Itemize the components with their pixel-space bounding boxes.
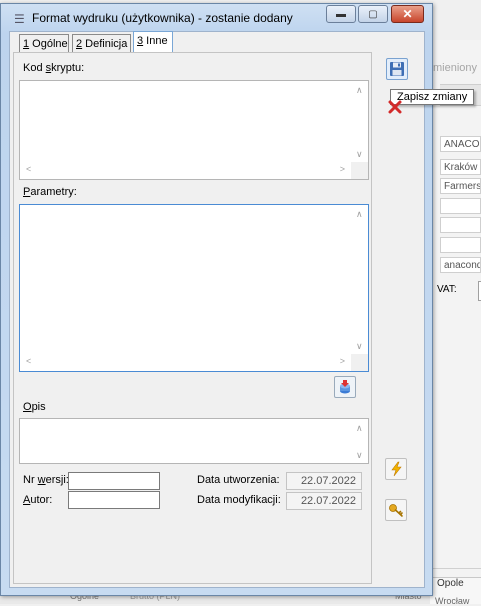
scroll-left-icon[interactable]: < bbox=[26, 356, 31, 366]
author-label-text: utor: bbox=[30, 494, 53, 506]
cancel-button[interactable] bbox=[385, 97, 405, 117]
close-button[interactable]: ✕ bbox=[391, 5, 424, 23]
background-field[interactable] bbox=[440, 237, 481, 253]
modified-date-field: 22.07.2022 bbox=[286, 492, 362, 510]
version-input[interactable] bbox=[68, 472, 160, 490]
script-label: Kod skryptu: bbox=[23, 62, 84, 74]
scroll-right-icon[interactable]: > bbox=[340, 164, 345, 174]
description-label-accel: O bbox=[23, 401, 32, 413]
version-label-accel: w bbox=[37, 474, 46, 486]
script-label-text: kryptu: bbox=[51, 62, 85, 74]
maximize-button[interactable]: ▢ bbox=[358, 5, 388, 23]
background-window bbox=[430, 40, 481, 603]
created-date-field: 22.07.2022 bbox=[286, 472, 362, 490]
scroll-up-icon[interactable]: ∧ bbox=[356, 423, 363, 434]
background-field[interactable]: anacond bbox=[440, 257, 481, 273]
script-textarea[interactable]: ∧ ∨ < > bbox=[19, 80, 369, 180]
tab-inne[interactable]: 3 Inne bbox=[133, 31, 173, 53]
tab-ogolne[interactable]: 1 Ogólne bbox=[19, 34, 69, 52]
background-field[interactable]: Farmers bbox=[440, 178, 481, 194]
tab-definicja[interactable]: 2 Definicja bbox=[72, 34, 131, 52]
background-field[interactable] bbox=[440, 198, 481, 214]
key-icon bbox=[389, 504, 403, 517]
import-icon bbox=[340, 380, 350, 394]
close-icon: ✕ bbox=[402, 7, 413, 21]
vertical-scrollbar[interactable]: ∧ ∨ bbox=[351, 419, 368, 463]
scroll-corner bbox=[351, 354, 368, 371]
scroll-up-icon[interactable]: ∧ bbox=[356, 209, 363, 220]
description-label-text: pis bbox=[31, 401, 46, 413]
save-button[interactable] bbox=[386, 58, 408, 80]
description-label: Opis bbox=[23, 401, 46, 413]
params-label: Parametry: bbox=[23, 186, 77, 198]
tab-label: Ogólne bbox=[29, 38, 68, 50]
horizontal-scrollbar[interactable]: < > bbox=[20, 354, 351, 371]
background-field[interactable]: ANACO bbox=[440, 136, 481, 152]
scroll-left-icon[interactable]: < bbox=[26, 164, 31, 174]
cancel-icon bbox=[388, 100, 402, 114]
tab-label: Definicja bbox=[82, 38, 128, 50]
version-label-text: ersji: bbox=[45, 474, 69, 486]
vertical-scrollbar[interactable]: ∧ ∨ bbox=[351, 81, 368, 162]
background-city-cell: Opole bbox=[437, 578, 464, 589]
scroll-right-icon[interactable]: > bbox=[340, 356, 345, 366]
scroll-down-icon[interactable]: ∨ bbox=[356, 341, 363, 352]
scroll-up-icon[interactable]: ∧ bbox=[356, 85, 363, 96]
lightning-icon bbox=[391, 461, 402, 477]
background-field[interactable] bbox=[440, 217, 481, 233]
import-button[interactable] bbox=[334, 376, 356, 398]
floppy-disk-icon bbox=[390, 62, 404, 76]
version-label-text: Nr bbox=[23, 474, 38, 486]
background-divider bbox=[433, 568, 481, 569]
scroll-down-icon[interactable]: ∨ bbox=[356, 450, 363, 461]
background-city-cell: Wrocław bbox=[435, 596, 470, 606]
scroll-down-icon[interactable]: ∨ bbox=[356, 149, 363, 160]
key-button[interactable] bbox=[385, 499, 407, 521]
background-window-title: mieniony bbox=[433, 62, 478, 74]
horizontal-scrollbar[interactable]: < > bbox=[20, 162, 351, 179]
modified-date-label: Data modyfikacji: bbox=[197, 494, 281, 506]
execute-button[interactable] bbox=[385, 458, 407, 480]
author-label: Autor: bbox=[23, 494, 52, 506]
version-label: Nr wersji: bbox=[23, 474, 69, 486]
maximize-icon: ▢ bbox=[368, 8, 378, 20]
script-label-text: Kod bbox=[23, 62, 46, 74]
params-label-text: arametry: bbox=[30, 186, 77, 198]
scroll-corner bbox=[351, 162, 368, 179]
params-textarea[interactable]: ∧ ∨ < > bbox=[19, 204, 369, 372]
minimize-button[interactable]: ▬ bbox=[326, 5, 356, 23]
window-title: Format wydruku (użytkownika) - zostanie … bbox=[32, 11, 293, 25]
minimize-icon: ▬ bbox=[336, 8, 346, 20]
background-vat-label: VAT: bbox=[437, 284, 457, 295]
background-field[interactable]: Kraków bbox=[440, 159, 481, 175]
document-icon: ☰ bbox=[14, 12, 25, 26]
author-input[interactable] bbox=[68, 491, 160, 509]
created-date-label: Data utworzenia: bbox=[197, 474, 280, 486]
tab-label: Inne bbox=[143, 35, 168, 47]
vertical-scrollbar[interactable]: ∧ ∨ bbox=[351, 205, 368, 354]
description-textarea[interactable]: ∧ ∨ bbox=[19, 418, 369, 464]
